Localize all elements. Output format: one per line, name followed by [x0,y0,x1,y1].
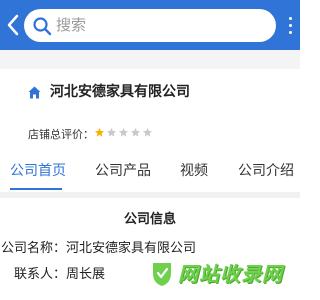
search-input[interactable]: 搜索 [24,9,276,42]
tab-videos[interactable]: 视频 [180,161,208,181]
star-icon [118,127,129,137]
watermark-text: 网站收录网 [178,262,283,286]
star-icon [130,127,141,137]
star-icon [142,127,153,137]
chevron-left-icon[interactable] [4,12,22,38]
search-placeholder: 搜索 [56,16,87,34]
info-key: 联系人： [13,267,66,282]
info-value: 河北安德家具有限公司 [66,241,197,256]
tab-products[interactable]: 公司产品 [95,161,151,181]
info-row-contact: 联系人：周长展 [0,266,105,284]
active-tab-indicator [10,188,62,190]
watermark-logo-icon [153,263,171,286]
info-value: 周长展 [66,267,106,282]
section-title: 公司信息 [123,212,176,227]
search-icon [33,17,52,36]
home-icon [28,86,41,99]
rating-label: 店铺总评价： [28,128,94,141]
info-key: 公司名称： [0,241,66,256]
company-name: 河北安德家具有限公司 [50,84,190,100]
tab-home[interactable]: 公司首页 [10,161,66,181]
star-icon [106,127,117,137]
tab-bar: 公司首页 公司产品 视频 公司介绍 [0,154,300,192]
company-header: 河北安德家具有限公司 店铺总评价： [0,69,300,154]
star-icon [94,127,105,137]
more-dots-icon[interactable] [281,14,300,36]
spacer [0,50,300,69]
top-bar: 搜索 [0,0,300,50]
info-row-name: 公司名称：河北安德家具有限公司 [0,240,196,258]
tab-about[interactable]: 公司介绍 [238,161,294,181]
